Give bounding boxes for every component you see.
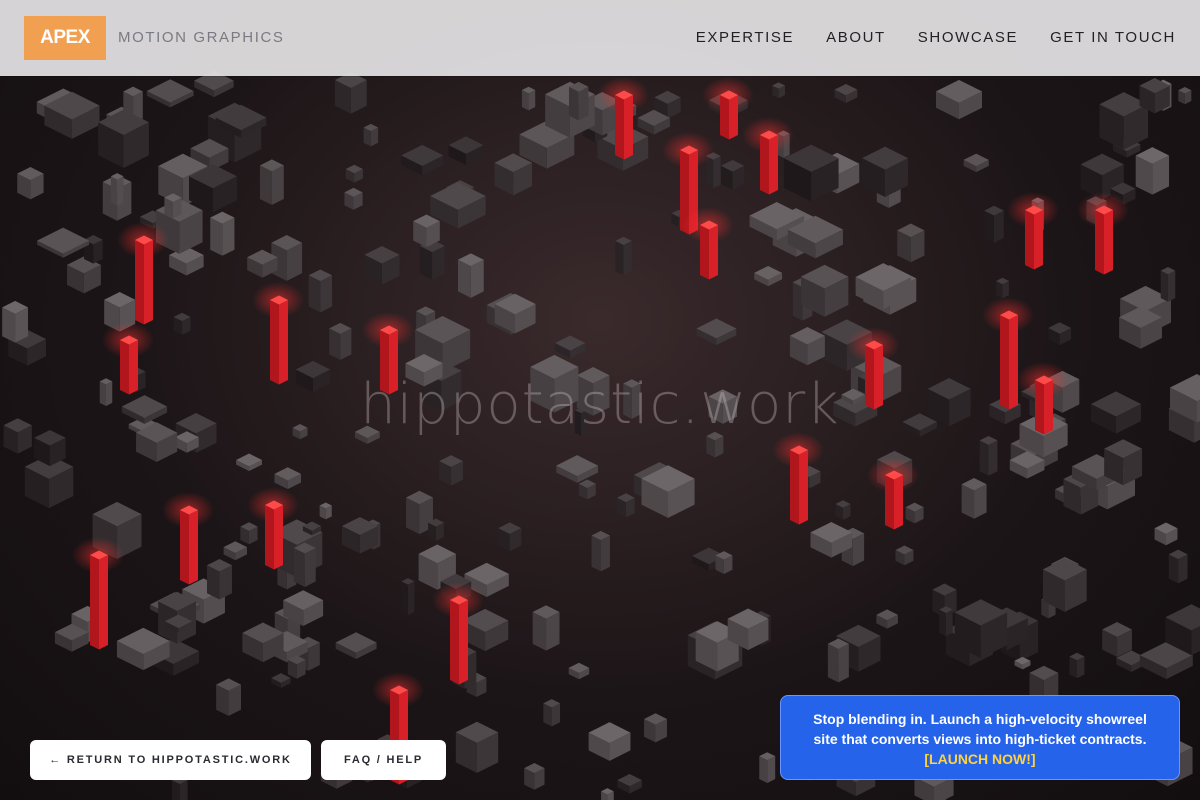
launch-now-link[interactable]: [LAUNCH NOW!] [801, 749, 1159, 769]
nav-get-in-touch[interactable]: GET IN TOUCH [1050, 29, 1176, 46]
brand-tagline: MOTION GRAPHICS [118, 29, 285, 46]
nav-showcase[interactable]: SHOWCASE [918, 29, 1018, 46]
main-nav: EXPERTISE ABOUT SHOWCASE GET IN TOUCH [696, 29, 1176, 46]
nav-expertise[interactable]: EXPERTISE [696, 29, 794, 46]
faq-help-button[interactable]: FAQ / HELP [321, 740, 446, 780]
site-header: APEX MOTION GRAPHICS EXPERTISE ABOUT SHO… [0, 0, 1200, 76]
promo-banner[interactable]: Stop blending in. Launch a high-velocity… [780, 695, 1180, 780]
promo-text: Stop blending in. Launch a high-velocity… [813, 711, 1147, 747]
return-button[interactable]: ← RETURN TO HIPPOTASTIC.WORK [30, 740, 311, 780]
logo[interactable]: APEX [24, 16, 106, 60]
hero-watermark: hippotastic.work [360, 372, 840, 437]
hero-background: hippotastic.work [0, 0, 1200, 800]
nav-about[interactable]: ABOUT [826, 29, 886, 46]
